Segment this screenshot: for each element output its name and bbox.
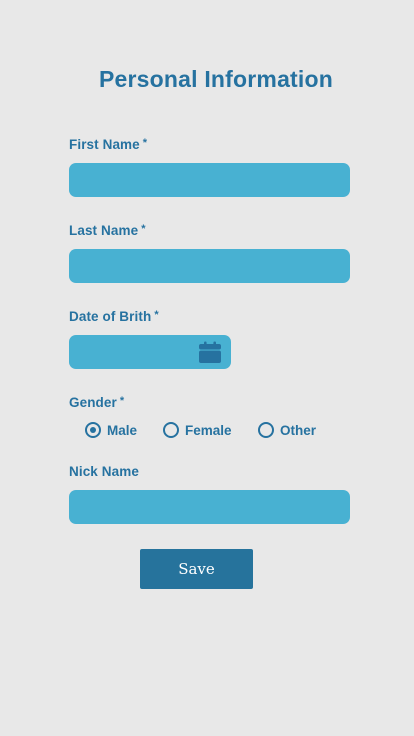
required-marker: * (141, 223, 146, 235)
radio-selected-icon[interactable] (85, 422, 101, 438)
gender-option-label: Other (280, 422, 317, 438)
nick-name-label: Nick Name (69, 464, 139, 479)
gender-option-other[interactable]: Other (258, 421, 316, 439)
save-button[interactable]: Save (140, 549, 253, 589)
first-name-input[interactable] (69, 163, 350, 197)
gender-option-female[interactable]: Female (163, 421, 232, 439)
required-marker: * (119, 395, 125, 407)
gender-radio-group: Male Female Other (0, 421, 414, 439)
gender-option-label: Female (185, 422, 232, 438)
gender-label: Gender * (69, 395, 124, 410)
nick-name-label-text: Nick Name (69, 464, 139, 479)
gender-label-text: Gender (69, 395, 117, 410)
last-name-input[interactable] (69, 249, 350, 283)
date-of-birth-label-text: Date of Brith (69, 309, 152, 324)
calendar-icon[interactable] (199, 341, 221, 363)
date-of-birth-label: Date of Brith * (69, 309, 159, 324)
gender-option-male[interactable]: Male (85, 421, 137, 439)
last-name-label-text: Last Name (69, 223, 139, 238)
nick-name-input[interactable] (69, 490, 350, 524)
first-name-label-text: First Name (69, 137, 140, 152)
required-marker: * (142, 137, 148, 149)
first-name-label: First Name * (69, 137, 147, 152)
gender-option-label: Male (107, 422, 138, 438)
required-marker: * (154, 309, 159, 321)
last-name-label: Last Name * (69, 223, 146, 238)
radio-unselected-icon[interactable] (258, 422, 274, 438)
radio-unselected-icon[interactable] (163, 422, 179, 438)
page-title: Personal Information (98, 66, 334, 92)
